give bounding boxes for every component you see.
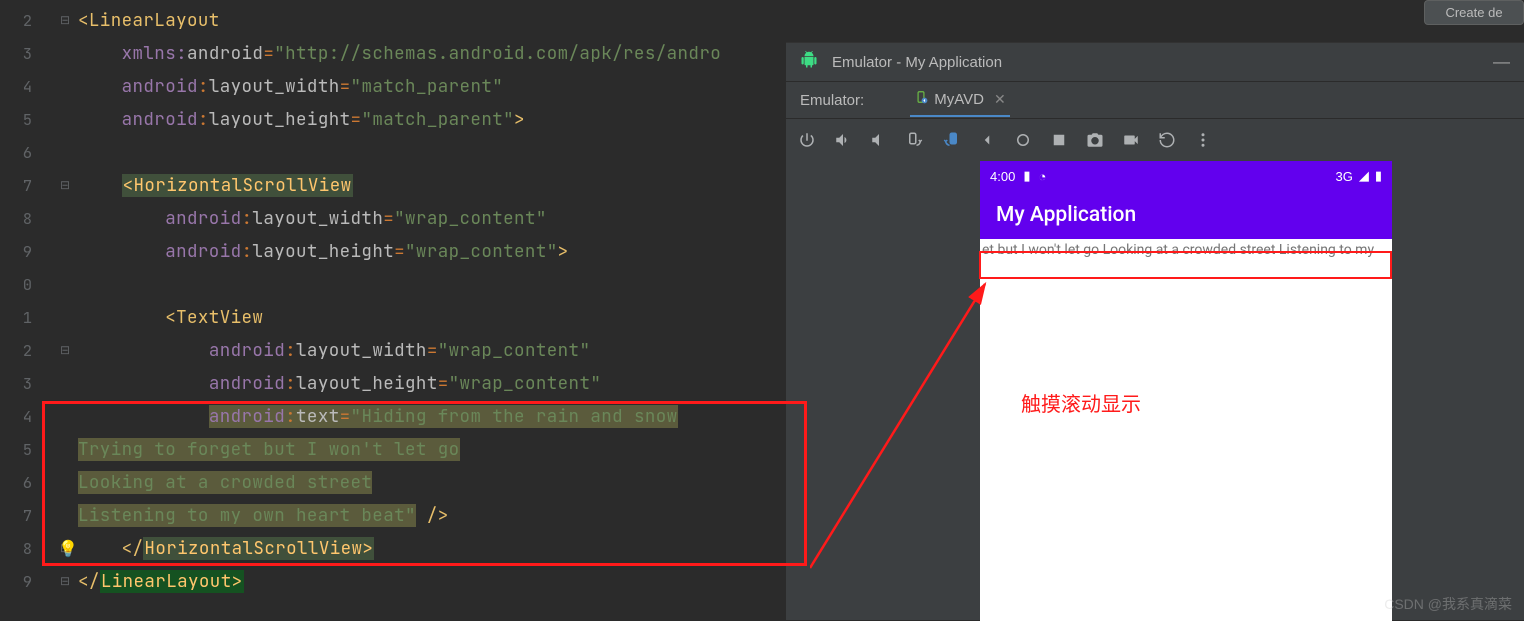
sim-icon: ▮ xyxy=(1023,168,1030,184)
app-bar: My Application xyxy=(980,191,1392,239)
emulator-toolbar xyxy=(786,119,1524,161)
rotate-right-icon[interactable] xyxy=(942,131,960,149)
app-title: My Application xyxy=(996,203,1136,227)
home-icon[interactable] xyxy=(1014,131,1032,149)
android-icon xyxy=(800,51,818,74)
close-tab-icon[interactable]: ✕ xyxy=(994,91,1006,108)
restore-snapshot-icon[interactable] xyxy=(1158,131,1176,149)
status-bar: 4:00 ▮ ◔ 3G ◢ ▮ xyxy=(980,161,1392,191)
power-icon[interactable] xyxy=(798,131,816,149)
volume-up-icon[interactable] xyxy=(834,131,852,149)
fold-column[interactable]: ⊟ ⊟ ⊟ ⊟⊟ xyxy=(55,0,75,620)
volume-down-icon[interactable] xyxy=(870,131,888,149)
line-gutter: 234 567 890 123 456 789 xyxy=(0,0,40,620)
battery-icon: ▮ xyxy=(1375,168,1382,184)
emulator-label: Emulator: xyxy=(800,92,864,109)
create-device-button[interactable]: Create de xyxy=(1424,0,1524,25)
network-label: 3G xyxy=(1336,169,1353,184)
emulator-titlebar: Emulator - My Application — xyxy=(786,43,1524,81)
watermark: CSDN @我系真滴菜 xyxy=(1384,594,1512,614)
code-content[interactable]: <LinearLayout xmlns:android="http://sche… xyxy=(78,4,721,598)
annotation-label: 触摸滚动显示 xyxy=(1021,388,1141,417)
signal-icon: ◢ xyxy=(1359,168,1369,184)
horizontal-scroll-text[interactable]: et but I won't let go Looking at a crowd… xyxy=(980,239,1392,261)
code-editor[interactable]: 234 567 890 123 456 789 ⊟ ⊟ ⊟ ⊟⊟ 💡 <Line… xyxy=(0,0,788,620)
debug-icon: ◔ xyxy=(1038,169,1046,184)
back-icon[interactable] xyxy=(978,131,996,149)
minimize-button[interactable]: — xyxy=(1493,52,1510,72)
rotate-left-icon[interactable] xyxy=(906,131,924,149)
more-icon[interactable] xyxy=(1194,131,1212,149)
emulator-tab-label: MyAVD xyxy=(934,91,984,108)
emulator-tab[interactable]: MyAVD ✕ xyxy=(910,83,1009,117)
emulator-title: Emulator - My Application xyxy=(832,54,1002,71)
emulator-tab-row: Emulator: MyAVD ✕ xyxy=(786,82,1524,118)
screenshot-icon[interactable] xyxy=(1086,131,1104,149)
status-clock: 4:00 xyxy=(990,169,1015,184)
intention-bulb-icon[interactable]: 💡 xyxy=(58,538,78,559)
record-icon[interactable] xyxy=(1122,131,1140,149)
emulator-tool-window: Emulator - My Application — Emulator: My… xyxy=(786,42,1524,620)
device-icon xyxy=(914,90,928,108)
overview-icon[interactable] xyxy=(1050,131,1068,149)
